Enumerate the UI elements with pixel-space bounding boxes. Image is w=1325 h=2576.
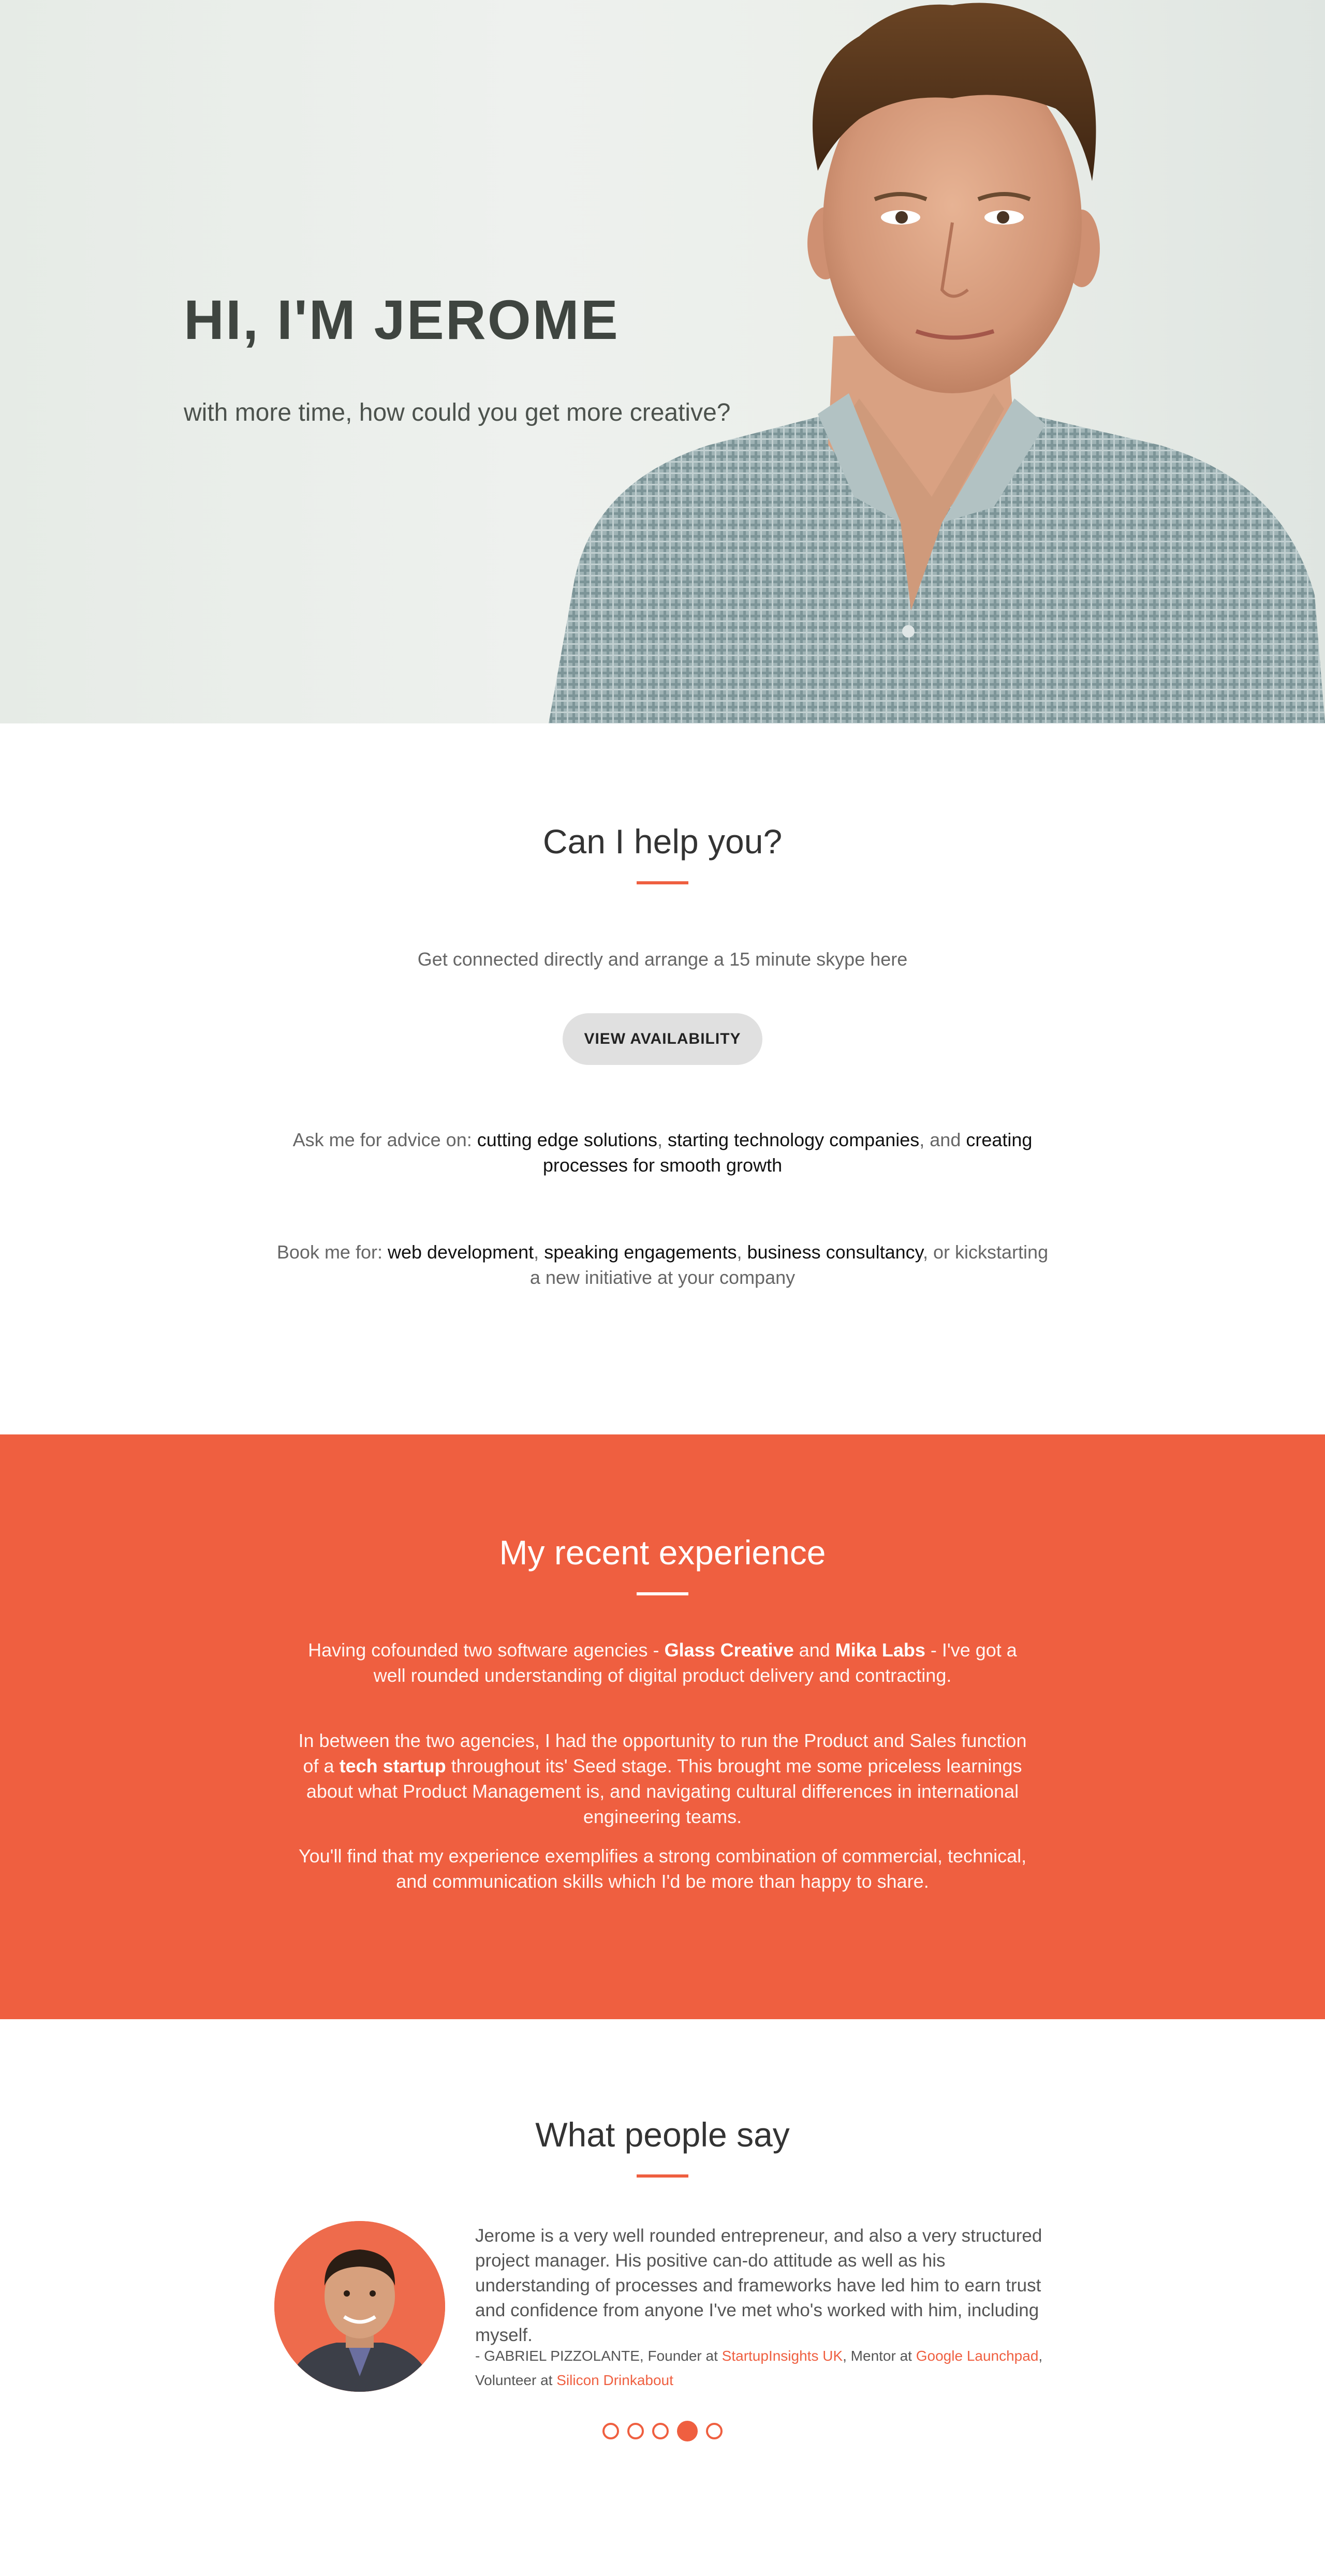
testimonial-avatar bbox=[274, 2221, 445, 2392]
help-section: Can I help you? Get connected directly a… bbox=[0, 723, 1325, 1434]
title-accent-rule bbox=[637, 1592, 688, 1595]
pagination-dot-3[interactable] bbox=[652, 2423, 669, 2439]
hero-title: HI, I'M JEROME bbox=[184, 288, 620, 351]
help-intro: Get connected directly and arrange a 15 … bbox=[417, 949, 908, 970]
book-item-web-development: web development bbox=[387, 1241, 534, 1263]
book-text: Book me for: web development, speaking e… bbox=[274, 1239, 1051, 1290]
testimonial-pagination bbox=[0, 2421, 1325, 2441]
title-accent-rule bbox=[637, 881, 688, 884]
advice-text: Ask me for advice on: cutting edge solut… bbox=[274, 1127, 1051, 1178]
advice-prefix: Ask me for advice on: bbox=[292, 1129, 477, 1150]
google-launchpad-link[interactable]: Google Launchpad bbox=[916, 2348, 1039, 2364]
view-availability-button[interactable]: VIEW AVAILABILITY bbox=[563, 1013, 762, 1065]
pagination-dot-2[interactable] bbox=[627, 2423, 644, 2439]
help-title: Can I help you? bbox=[542, 822, 783, 861]
book-item-speaking: speaking engagements bbox=[544, 1241, 737, 1263]
advice-separator: , and bbox=[919, 1129, 966, 1150]
glass-creative-label: Glass Creative bbox=[664, 1639, 794, 1661]
startupinsights-link[interactable]: StartupInsights UK bbox=[722, 2348, 843, 2364]
advice-separator: , bbox=[657, 1129, 668, 1150]
experience-section: My recent experience Having cofounded tw… bbox=[0, 1434, 1325, 2019]
advice-item-cutting-edge: cutting edge solutions bbox=[477, 1129, 657, 1150]
hero-portrait-photo bbox=[549, 3, 1325, 723]
hero-subtitle: with more time, how could you get more c… bbox=[184, 399, 731, 426]
title-accent-rule bbox=[637, 2174, 688, 2178]
experience-text: Having cofounded two software agencies - bbox=[308, 1639, 665, 1661]
book-prefix: Book me for: bbox=[276, 1241, 388, 1263]
pagination-dot-1[interactable] bbox=[602, 2423, 619, 2439]
silicon-drinkabout-link[interactable]: Silicon Drinkabout bbox=[556, 2372, 673, 2388]
attribution-text: - GABRIEL PIZZOLANTE, Founder at bbox=[475, 2348, 722, 2364]
experience-text: and bbox=[793, 1639, 835, 1661]
pagination-dot-5[interactable] bbox=[706, 2423, 723, 2439]
book-separator: , bbox=[534, 1241, 544, 1263]
testimonial-attribution: - GABRIEL PIZZOLANTE, Founder at Startup… bbox=[475, 2344, 1050, 2392]
experience-paragraph-2: In between the two agencies, I had the o… bbox=[290, 1728, 1035, 1829]
experience-paragraph-3: You'll find that my experience exemplifi… bbox=[298, 1845, 1027, 1892]
advice-item-starting-companies: starting technology companies bbox=[667, 1129, 920, 1150]
hero-section: HI, I'M JEROME with more time, how could… bbox=[0, 0, 1325, 723]
book-separator: , bbox=[737, 1241, 747, 1263]
testimonial-quote: Jerome is a very well rounded entreprene… bbox=[475, 2226, 1042, 2345]
attribution-text: , Mentor at bbox=[843, 2348, 916, 2364]
pagination-dot-4[interactable] bbox=[677, 2421, 698, 2441]
tech-startup-label: tech startup bbox=[339, 1755, 446, 1776]
testimonials-section: What people say Jerome is a very well ro… bbox=[0, 2019, 1325, 2576]
experience-paragraph-1: Having cofounded two software agencies -… bbox=[290, 1637, 1035, 1688]
experience-title: My recent experience bbox=[499, 1533, 826, 1572]
testimonials-title: What people say bbox=[535, 2115, 790, 2154]
book-item-consultancy: business consultancy bbox=[747, 1241, 923, 1263]
mika-labs-label: Mika Labs bbox=[835, 1639, 925, 1661]
